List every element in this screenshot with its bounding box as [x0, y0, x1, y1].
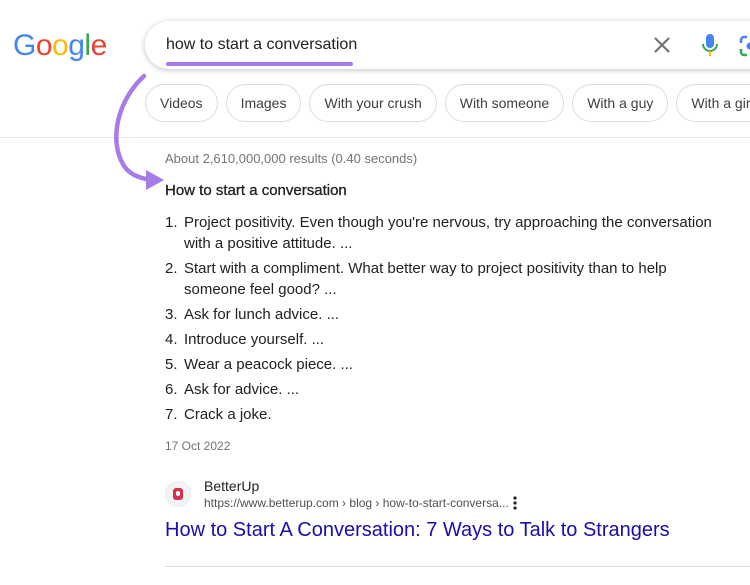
list-number: 2. [165, 260, 178, 277]
list-item: 3. Ask for lunch advice. ... [165, 304, 725, 325]
chip-images[interactable]: Images [225, 84, 302, 122]
list-text: Wear a peacock piece. ... [184, 356, 353, 373]
google-logo[interactable]: Google [13, 28, 107, 64]
list-item: 2. Start with a compliment. What better w… [165, 258, 725, 300]
site-favicon-icon [165, 481, 191, 507]
microphone-icon[interactable] [698, 32, 722, 58]
list-number: 5. [165, 356, 178, 373]
list-text: Project positivity. Even though you're n… [184, 214, 712, 252]
curved-arrow-annotation [114, 73, 164, 190]
result-stats: About 2,610,000,000 results (0.40 second… [165, 151, 418, 166]
logo-letter: o [52, 29, 69, 62]
list-item: 4. Introduce yourself. ... [165, 329, 725, 350]
search-input[interactable]: how to start a conversation [166, 34, 357, 56]
list-text: Start with a compliment. What better way… [184, 260, 667, 298]
chip-with-someone[interactable]: With someone [444, 84, 565, 122]
logo-letter: G [13, 29, 36, 62]
site-url[interactable]: https://www.betterup.com › blog › how-to… [204, 495, 509, 511]
logo-letter: o [35, 29, 53, 62]
search-results-page: Google how to start a conversation Video… [0, 0, 750, 585]
highlight-underline [166, 62, 353, 66]
list-text: Introduce yourself. ... [184, 331, 325, 348]
betterup-logo-icon [173, 488, 183, 500]
list-number: 3. [165, 306, 178, 323]
result-divider [165, 566, 750, 567]
list-text: Ask for advice. ... [184, 381, 300, 398]
filter-chips: Videos Images With your crush With someone W… [145, 84, 750, 122]
list-number: 1. [165, 214, 178, 231]
logo-letter: g [68, 29, 85, 62]
snippet-date: 17 Oct 2022 [165, 439, 231, 453]
site-name[interactable]: BetterUp [204, 477, 259, 495]
more-vert-icon[interactable] [510, 494, 520, 512]
list-number: 4. [165, 331, 178, 348]
list-item: 5. Wear a peacock piece. ... [165, 354, 725, 375]
featured-snippet-list: 1. Project positivity. Even though you're… [165, 212, 725, 429]
close-icon[interactable] [650, 33, 674, 57]
result-title-link[interactable]: How to Start A Conversation: 7 Ways to T… [165, 517, 670, 543]
chip-with-a-girl[interactable]: With a girl [676, 84, 750, 122]
chip-with-your-crush[interactable]: With your crush [309, 84, 437, 122]
featured-snippet-title: How to start a conversation [165, 182, 347, 199]
logo-letter: e [90, 29, 108, 62]
list-text: Crack a joke. [184, 406, 272, 423]
list-item: 7. Crack a joke. [165, 404, 725, 425]
chip-with-a-guy[interactable]: With a guy [572, 84, 669, 122]
list-item: 1. Project positivity. Even though you're… [165, 212, 725, 254]
list-number: 7. [165, 406, 178, 423]
list-text: Ask for lunch advice. ... [184, 306, 340, 323]
list-number: 6. [165, 381, 178, 398]
list-item: 6. Ask for advice. ... [165, 379, 725, 400]
camera-lens-icon[interactable] [738, 34, 750, 58]
